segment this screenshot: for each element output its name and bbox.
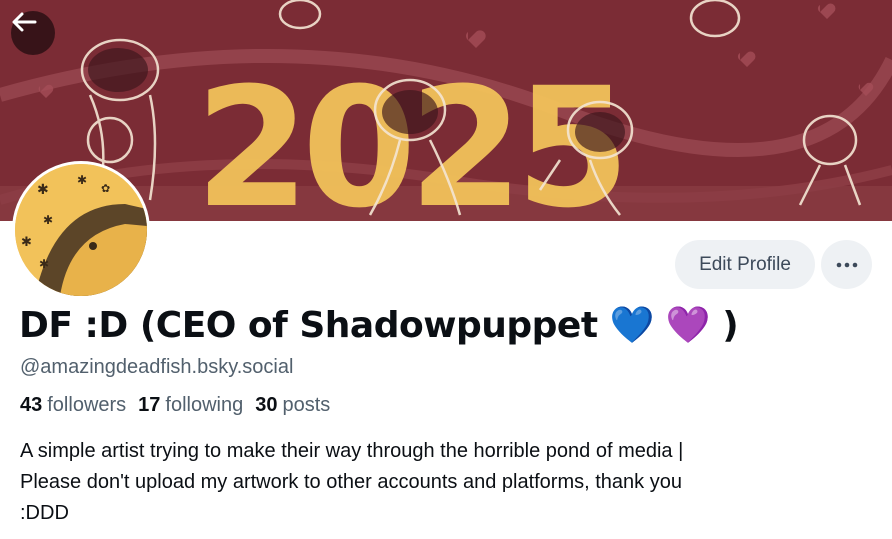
svg-text:✿: ✿ [101, 182, 110, 195]
svg-text:✱: ✱ [43, 213, 53, 227]
profile-bio: A simple artist trying to make their way… [20, 436, 850, 529]
bio-line: Please don't upload my artwork to other … [20, 471, 682, 493]
more-options-button[interactable] [821, 240, 872, 289]
posts-count: 30 [255, 394, 278, 416]
ellipsis-icon [836, 262, 857, 267]
followers-link[interactable]: 43 followers [20, 394, 126, 417]
posts-label: posts [282, 394, 331, 416]
back-button[interactable] [11, 11, 55, 55]
following-label: following [165, 394, 244, 416]
edit-profile-button[interactable]: Edit Profile [675, 240, 815, 289]
followers-label: followers [47, 394, 127, 416]
arrow-left-icon [12, 12, 37, 32]
svg-text:✱: ✱ [77, 173, 87, 187]
following-link[interactable]: 17 following [138, 394, 243, 417]
bio-line: A simple artist trying to make their way… [20, 440, 684, 462]
avatar-image: ✱ ✱ ✱ ✱ ✱ ✿ [15, 164, 147, 296]
avatar[interactable]: ✱ ✱ ✱ ✱ ✱ ✿ [12, 161, 150, 299]
followers-count: 43 [20, 394, 43, 416]
posts-count-stat: 30 posts [255, 394, 330, 417]
bio-line: :DDD [20, 502, 69, 524]
svg-text:✱: ✱ [37, 182, 49, 198]
display-name: DF :D (CEO of Shadowpuppet 💙 💜 ) [19, 305, 739, 346]
svg-text:✱: ✱ [39, 257, 49, 271]
profile-handle: @amazingdeadfish.bsky.social [20, 356, 294, 378]
svg-text:✱: ✱ [21, 235, 32, 250]
following-count: 17 [138, 394, 161, 416]
banner-year-text: 2025 [195, 52, 622, 221]
profile-stats: 43 followers 17 following 30 posts [20, 394, 330, 417]
